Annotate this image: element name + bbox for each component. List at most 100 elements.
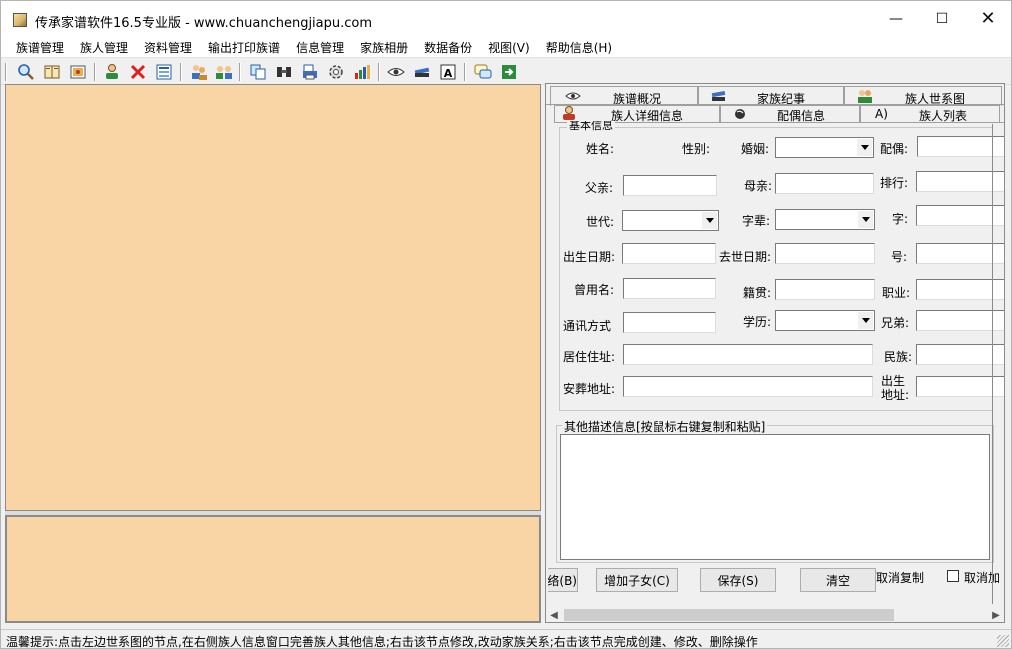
book-icon[interactable] bbox=[42, 62, 62, 82]
people-icon[interactable] bbox=[189, 62, 209, 82]
exit-icon[interactable] bbox=[499, 62, 519, 82]
menu-help[interactable]: 帮助信息(H) bbox=[538, 36, 620, 57]
generation-char-select[interactable] bbox=[775, 209, 875, 230]
birth-date-label: 出生日期: bbox=[563, 250, 616, 264]
title-bar: 传承家谱软件16.5专业版 - www.chuanchengjiapu.com … bbox=[1, 1, 1011, 36]
close-button[interactable]: ✕ bbox=[965, 1, 1011, 36]
cancel-add-checkbox[interactable] bbox=[947, 570, 959, 582]
toolbar-separator bbox=[378, 63, 380, 81]
horizontal-scrollbar[interactable]: ◀ ▶ bbox=[546, 607, 1004, 622]
books-icon[interactable] bbox=[412, 62, 432, 82]
native-place-label: 籍贯: bbox=[743, 286, 772, 300]
tab-label: 配偶信息 bbox=[777, 109, 826, 123]
tab-spouse-info[interactable]: 配偶信息 bbox=[720, 105, 860, 123]
eye-icon[interactable] bbox=[386, 62, 406, 82]
burial-field[interactable] bbox=[623, 376, 873, 397]
menu-info-management[interactable]: 信息管理 bbox=[288, 36, 352, 57]
add-person-icon[interactable] bbox=[102, 62, 122, 82]
image-icon[interactable] bbox=[68, 62, 88, 82]
menu-family-album[interactable]: 家族相册 bbox=[352, 36, 416, 57]
contact-label: 通讯方式 bbox=[563, 319, 612, 333]
generation-select[interactable] bbox=[622, 210, 719, 231]
books-icon bbox=[711, 89, 727, 103]
education-select[interactable] bbox=[775, 310, 875, 331]
minimize-button[interactable]: — bbox=[873, 1, 919, 36]
tab-member-list[interactable]: A) 族人列表 bbox=[860, 105, 1000, 123]
cancel-add-label[interactable]: 取消加 bbox=[964, 569, 1000, 586]
birthplace-label-2: 地址: bbox=[881, 388, 910, 402]
eye-icon bbox=[565, 89, 581, 103]
chart-icon[interactable] bbox=[352, 62, 372, 82]
tab-label: 族人列表 bbox=[919, 109, 968, 123]
partial-button[interactable]: 络(B) bbox=[548, 568, 578, 592]
menu-genealogy-management[interactable]: 族谱管理 bbox=[8, 36, 72, 57]
residence-field[interactable] bbox=[623, 344, 873, 365]
name-label: 姓名: bbox=[586, 142, 615, 156]
menu-data-backup[interactable]: 数据备份 bbox=[416, 36, 480, 57]
description-group: 其他描述信息[按鼠标右键复制和粘贴] bbox=[556, 418, 994, 563]
native-place-field[interactable] bbox=[775, 279, 875, 300]
tab-strip-line bbox=[554, 122, 1004, 123]
scrollbar-thumb[interactable] bbox=[564, 609, 894, 621]
birth-date-field[interactable] bbox=[622, 243, 716, 264]
contact-field[interactable] bbox=[623, 312, 716, 333]
resize-grip[interactable] bbox=[997, 635, 1009, 647]
delete-icon[interactable] bbox=[128, 62, 148, 82]
chevron-right-icon[interactable]: ▶ bbox=[988, 607, 1004, 622]
tab-genealogy-overview[interactable]: 族谱概况 bbox=[550, 86, 698, 106]
group-icon[interactable] bbox=[214, 62, 234, 82]
toolbar-separator bbox=[239, 63, 241, 81]
maximize-button[interactable]: ☐ bbox=[919, 1, 965, 36]
add-child-button[interactable]: 增加子女(C) bbox=[596, 568, 678, 592]
tab-family-chronicle[interactable]: 家族纪事 bbox=[698, 86, 844, 106]
member-info-panel: 族谱概况 家族纪事 族人世系图 族人详细信息 配偶信息 A) 族人列表 基本信息… bbox=[545, 83, 1005, 623]
cancel-copy-label[interactable]: 取消复制 bbox=[876, 569, 924, 586]
former-name-label: 曾用名: bbox=[574, 283, 615, 297]
mother-field[interactable] bbox=[775, 173, 874, 194]
alias-label: 号: bbox=[891, 250, 908, 264]
toolbar-separator bbox=[5, 63, 7, 81]
gender-label: 性别: bbox=[682, 142, 711, 156]
chevron-down-icon[interactable] bbox=[858, 312, 873, 329]
list-icon[interactable] bbox=[154, 62, 174, 82]
toolbar-separator bbox=[464, 63, 466, 81]
death-date-label: 去世日期: bbox=[719, 250, 772, 264]
status-bar: 温馨提示:点击左边世系图的节点,在右侧族人信息窗口完善族人其他信息;右击该节点修… bbox=[1, 629, 1011, 648]
chat-icon[interactable] bbox=[473, 62, 493, 82]
menu-print-output[interactable]: 输出打印族谱 bbox=[200, 36, 288, 57]
marriage-select[interactable] bbox=[775, 137, 874, 158]
mother-label: 母亲: bbox=[744, 179, 773, 193]
find-icon[interactable] bbox=[274, 62, 294, 82]
window-title: 传承家谱软件16.5专业版 - www.chuanchengjiapu.com bbox=[35, 16, 373, 31]
print-icon[interactable] bbox=[300, 62, 320, 82]
former-name-field[interactable] bbox=[623, 278, 716, 299]
menu-data-management[interactable]: 资料管理 bbox=[136, 36, 200, 57]
inner-frame-edge bbox=[992, 124, 993, 604]
copy-icon[interactable] bbox=[248, 62, 268, 82]
save-button[interactable]: 保存(S) bbox=[700, 568, 776, 592]
menu-member-management[interactable]: 族人管理 bbox=[72, 36, 136, 57]
brothers-label: 兄弟: bbox=[881, 316, 910, 330]
death-date-field[interactable] bbox=[775, 243, 875, 264]
tab-label: 族人详细信息 bbox=[611, 109, 684, 123]
description-textarea[interactable] bbox=[560, 434, 990, 560]
tab-member-tree-chart[interactable]: 族人世系图 bbox=[844, 86, 1002, 106]
menu-view[interactable]: 视图(V) bbox=[480, 36, 538, 57]
chevron-left-icon[interactable]: ◀ bbox=[546, 607, 562, 622]
tree-detail-panel[interactable] bbox=[5, 515, 541, 623]
search-icon[interactable] bbox=[16, 62, 36, 82]
father-field[interactable] bbox=[623, 175, 717, 196]
chevron-down-icon[interactable] bbox=[857, 139, 872, 156]
chevron-down-icon[interactable] bbox=[858, 211, 873, 228]
family-tree-panel[interactable] bbox=[5, 84, 541, 511]
description-title: 其他描述信息[按鼠标右键复制和粘贴] bbox=[562, 418, 768, 435]
generation-label: 世代: bbox=[586, 215, 615, 229]
residence-label: 居住住址: bbox=[563, 350, 616, 364]
app-logo-icon bbox=[13, 13, 27, 27]
menu-bar: 族谱管理 族人管理 资料管理 输出打印族谱 信息管理 家族相册 数据备份 视图(… bbox=[1, 36, 1011, 57]
settings-icon[interactable] bbox=[326, 62, 346, 82]
chevron-down-icon[interactable] bbox=[702, 212, 717, 229]
clear-button[interactable]: 清空 bbox=[800, 568, 876, 592]
father-label: 父亲: bbox=[585, 181, 614, 195]
text-icon[interactable]: A bbox=[438, 62, 458, 82]
